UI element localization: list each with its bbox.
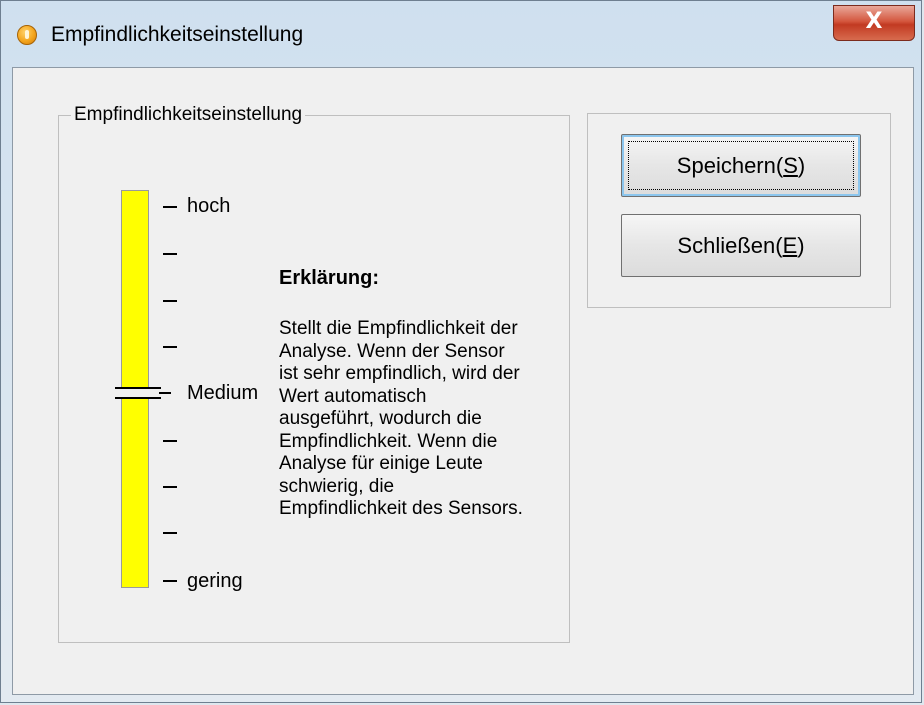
explanation-line: Empfindlichkeit. Wenn die	[279, 430, 498, 452]
title-bar[interactable]: Empfindlichkeitseinstellung X	[1, 1, 921, 63]
explanation-line: Empfindlichkeit des Sensors.	[279, 498, 523, 519]
dialog-window: Empfindlichkeitseinstellung X Empfindlic…	[0, 0, 922, 703]
explanation-line: ist sehr empfindlich, wird der	[279, 363, 520, 384]
close-window-button[interactable]: X	[833, 5, 915, 41]
label-high: hoch	[187, 195, 231, 217]
sensitivity-groupbox: Empfindlichkeitseinstellung hoch Medium …	[58, 104, 570, 643]
tick-mark	[163, 532, 177, 534]
dialog-client-area: Empfindlichkeitseinstellung hoch Medium …	[12, 67, 914, 695]
tick-mark	[163, 486, 177, 488]
info-icon	[17, 25, 37, 45]
slider-thumb-connector	[159, 392, 171, 394]
explanation-line: Analyse. Wenn der Sensor	[279, 340, 505, 362]
tick-mark	[163, 253, 177, 255]
explanation-line: Wert automatisch	[279, 385, 427, 407]
close-label-prefix: Schließen(	[677, 232, 783, 258]
actions-groupbox: Speichern(S) Schließen(E)	[587, 113, 891, 308]
tick-mark-low	[163, 580, 177, 582]
explanation-line: Analyse für einige Leute	[279, 453, 483, 474]
sensitivity-slider-thumb[interactable]	[115, 387, 161, 399]
close-button[interactable]: Schließen(E)	[621, 214, 861, 277]
tick-mark-high	[163, 206, 177, 208]
explanation-line: schwierig, die	[279, 475, 395, 497]
groupbox-label: Empfindlichkeitseinstellung	[71, 104, 306, 126]
explanation-line: ausgeführt, wodurch die	[279, 408, 482, 429]
focus-rectangle	[628, 141, 854, 190]
tick-mark	[163, 346, 177, 348]
save-button[interactable]: Speichern(S)	[621, 134, 861, 197]
explanation-line: Stellt die Empfindlichkeit der	[279, 318, 518, 339]
explanation-text: Stellt die Empfindlichkeit der Analyse. …	[279, 318, 559, 521]
tick-mark	[163, 440, 177, 442]
explanation-title: Erklärung:	[279, 267, 380, 289]
close-label-suffix: )	[797, 232, 805, 258]
label-medium: Medium	[187, 382, 259, 404]
window-title: Empfindlichkeitseinstellung	[51, 23, 304, 46]
tick-mark	[163, 300, 177, 302]
close-accelerator-key: E	[782, 232, 798, 258]
label-low: gering	[187, 570, 243, 592]
